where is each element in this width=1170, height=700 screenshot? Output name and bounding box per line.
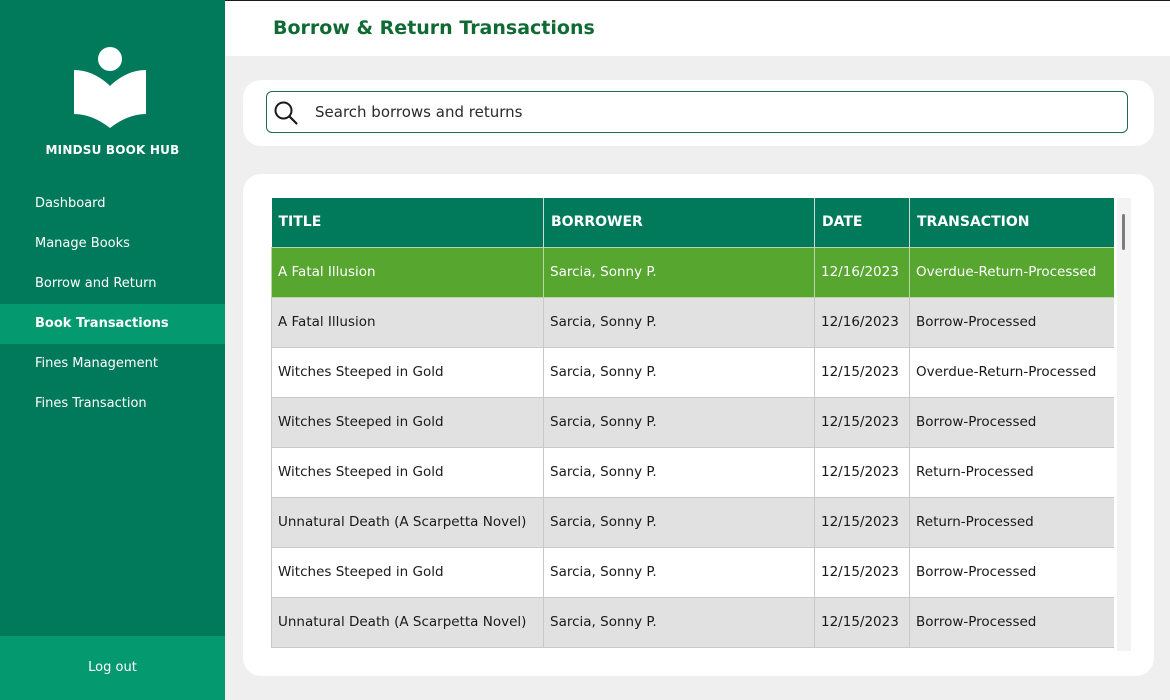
search-icon (274, 101, 298, 125)
cell-borrower: Sarcia, Sonny P. (543, 346, 815, 398)
cell-title: Witches Steeped in Gold (271, 396, 544, 448)
table-row[interactable]: Witches Steeped in Gold Sarcia, Sonny P.… (271, 346, 1114, 398)
column-header-borrower[interactable]: BORROWER (543, 198, 815, 247)
cell-transaction: Overdue-Return-Processed (909, 346, 1114, 398)
cell-date: 12/15/2023 (814, 596, 910, 648)
cell-date: 12/15/2023 (814, 546, 910, 598)
search-card (243, 80, 1154, 146)
sidebar-item-fines-transaction[interactable]: Fines Transaction (0, 384, 225, 424)
cell-title: A Fatal Illusion (271, 296, 544, 348)
search-input[interactable] (315, 92, 1115, 132)
table-row[interactable]: Unnatural Death (A Scarpetta Novel) Sarc… (271, 596, 1114, 648)
cell-title: Witches Steeped in Gold (271, 546, 544, 598)
table-row[interactable]: A Fatal Illusion Sarcia, Sonny P. 12/16/… (271, 246, 1114, 298)
table-row[interactable]: Witches Steeped in Gold Sarcia, Sonny P.… (271, 396, 1114, 448)
cell-transaction: Return-Processed (909, 496, 1114, 548)
cell-title: Witches Steeped in Gold (271, 346, 544, 398)
cell-borrower: Sarcia, Sonny P. (543, 296, 815, 348)
table-viewport[interactable]: TITLE BORROWER DATE TRANSACTION A Fatal … (271, 198, 1114, 651)
cell-borrower: Sarcia, Sonny P. (543, 596, 815, 648)
brand-name: MINDSU BOOK HUB (45, 143, 180, 157)
sidebar-item-dashboard[interactable]: Dashboard (0, 184, 225, 224)
scrollbar-thumb[interactable] (1122, 214, 1125, 250)
cell-transaction: Borrow-Processed (909, 296, 1114, 348)
cell-borrower: Sarcia, Sonny P. (543, 546, 815, 598)
sidebar-item-fines-management[interactable]: Fines Management (0, 344, 225, 384)
cell-borrower: Sarcia, Sonny P. (543, 496, 815, 548)
column-header-date[interactable]: DATE (814, 198, 910, 247)
book-reader-icon (74, 47, 146, 128)
column-header-transaction[interactable]: TRANSACTION (909, 198, 1114, 247)
sidebar-nav: Dashboard Manage Books Borrow and Return… (0, 184, 225, 424)
cell-title: Witches Steeped in Gold (271, 446, 544, 498)
cell-transaction: Borrow-Processed (909, 546, 1114, 598)
table-header-row: TITLE BORROWER DATE TRANSACTION (271, 198, 1114, 247)
cell-transaction: Borrow-Processed (909, 596, 1114, 648)
cell-title: Unnatural Death (A Scarpetta Novel) (271, 596, 544, 648)
cell-date: 12/16/2023 (814, 246, 910, 298)
column-header-title[interactable]: TITLE (271, 198, 544, 247)
logo (0, 40, 225, 140)
cell-transaction: Overdue-Return-Processed (909, 246, 1114, 298)
transactions-card: TITLE BORROWER DATE TRANSACTION A Fatal … (243, 174, 1154, 676)
cell-transaction: Return-Processed (909, 446, 1114, 498)
search-box[interactable] (266, 91, 1128, 133)
sidebar-item-book-transactions[interactable]: Book Transactions (0, 304, 225, 344)
cell-borrower: Sarcia, Sonny P. (543, 446, 815, 498)
cell-borrower: Sarcia, Sonny P. (543, 246, 815, 298)
table-scrollbar[interactable] (1117, 198, 1131, 651)
cell-date: 12/15/2023 (814, 396, 910, 448)
sidebar-item-manage-books[interactable]: Manage Books (0, 224, 225, 264)
cell-date: 12/15/2023 (814, 496, 910, 548)
cell-title: A Fatal Illusion (271, 246, 544, 298)
table-row[interactable]: Witches Steeped in Gold Sarcia, Sonny P.… (271, 446, 1114, 498)
table-row[interactable]: A Fatal Illusion Sarcia, Sonny P. 12/16/… (271, 296, 1114, 348)
header: Borrow & Return Transactions (225, 0, 1170, 56)
logout-button[interactable]: Log out (0, 636, 225, 700)
sidebar-item-borrow-and-return[interactable]: Borrow and Return (0, 264, 225, 304)
cell-date: 12/15/2023 (814, 446, 910, 498)
app-window: MINDSU BOOK HUB Dashboard Manage Books B… (0, 0, 1170, 700)
transactions-table: TITLE BORROWER DATE TRANSACTION A Fatal … (271, 198, 1114, 648)
cell-transaction: Borrow-Processed (909, 396, 1114, 448)
cell-borrower: Sarcia, Sonny P. (543, 396, 815, 448)
table-row[interactable]: Unnatural Death (A Scarpetta Novel) Sarc… (271, 496, 1114, 548)
table-row[interactable]: Witches Steeped in Gold Sarcia, Sonny P.… (271, 546, 1114, 598)
page-title: Borrow & Return Transactions (273, 17, 595, 39)
cell-date: 12/15/2023 (814, 346, 910, 398)
cell-title: Unnatural Death (A Scarpetta Novel) (271, 496, 544, 548)
sidebar: MINDSU BOOK HUB Dashboard Manage Books B… (0, 0, 225, 700)
cell-date: 12/16/2023 (814, 296, 910, 348)
